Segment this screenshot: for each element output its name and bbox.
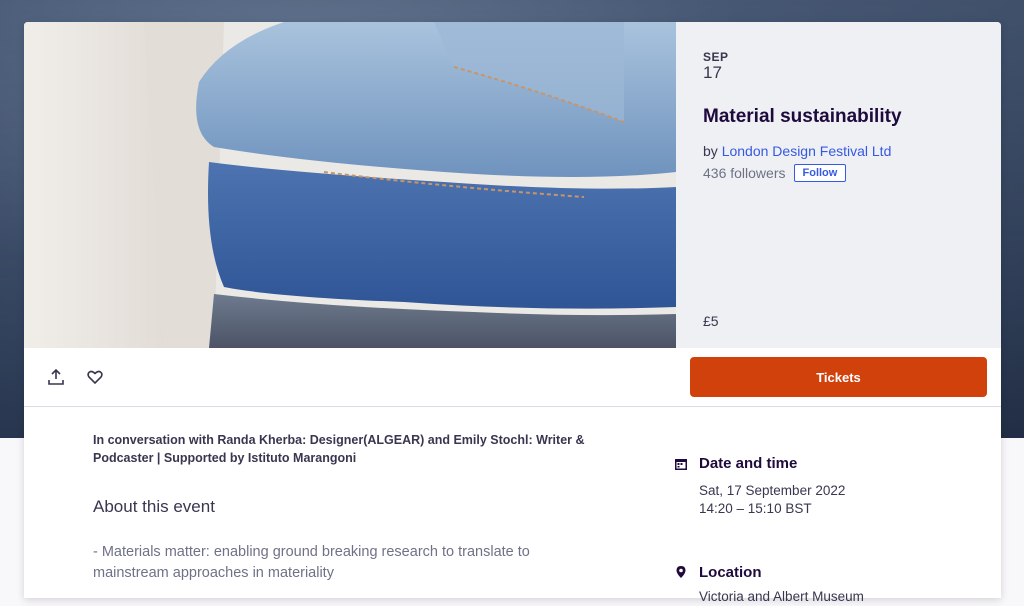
- location-line: Victoria and Albert Museum: [699, 589, 864, 604]
- calendar-icon: [674, 457, 688, 476]
- event-title: Material sustainability: [703, 106, 902, 127]
- share-icon[interactable]: [46, 367, 66, 387]
- time-line: 14:20 – 15:10 BST: [699, 501, 812, 516]
- followers-row: 436 followers Follow: [703, 164, 847, 182]
- about-heading: About this event: [93, 497, 215, 516]
- by-prefix: by: [703, 143, 722, 159]
- event-hero-image: [24, 22, 676, 348]
- event-month: SEP: [703, 50, 729, 64]
- organizer-line: by London Design Festival Ltd: [703, 143, 891, 159]
- about-text: - Materials matter: enabling ground brea…: [93, 544, 530, 581]
- location-heading: Location: [699, 564, 762, 581]
- follow-button[interactable]: Follow: [793, 164, 847, 182]
- folded-jeans-image: [24, 22, 676, 348]
- location-pin-icon: [674, 565, 688, 584]
- event-description-summary: In conversation with Randa Kherba: Desig…: [93, 433, 585, 465]
- heart-icon[interactable]: [85, 367, 105, 387]
- event-price: £5: [703, 313, 719, 329]
- tickets-button[interactable]: Tickets: [690, 357, 987, 397]
- organizer-link[interactable]: London Design Festival Ltd: [722, 143, 892, 159]
- event-summary-panel: SEP 17 Material sustainability by London…: [676, 22, 1001, 348]
- date-time-heading: Date and time: [699, 455, 798, 472]
- event-day: 17: [703, 63, 722, 82]
- date-line: Sat, 17 September 2022: [699, 483, 846, 498]
- action-bar: Tickets: [24, 348, 1001, 407]
- follower-count: 436 followers: [703, 165, 786, 181]
